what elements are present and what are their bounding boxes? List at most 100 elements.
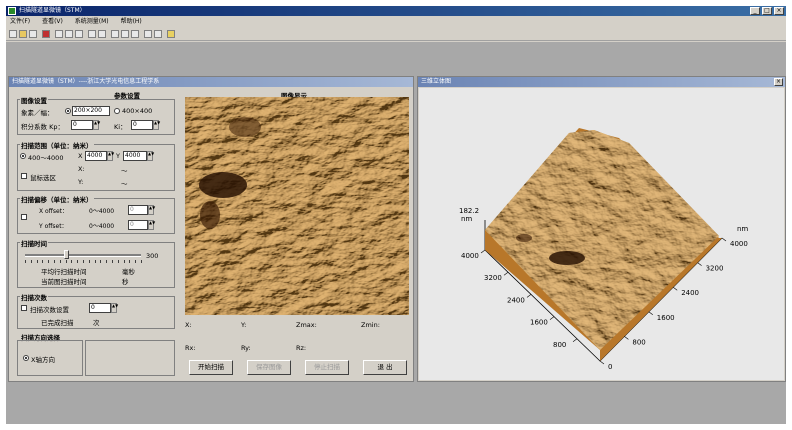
left-tick-mark <box>549 316 555 320</box>
cur-time-unit: 秒 <box>122 278 129 286</box>
print-icon[interactable] <box>42 30 50 38</box>
scan-range-radio[interactable] <box>20 153 26 159</box>
kp-label: 积分系数 Kp： <box>21 123 64 131</box>
exit-button[interactable]: 退 出 <box>363 360 407 375</box>
unit-label: nm <box>737 225 748 233</box>
paste-icon[interactable] <box>75 30 83 38</box>
kp-input[interactable]: 0 <box>71 120 93 130</box>
menu-view[interactable]: 查看(V) <box>42 18 63 25</box>
save-icon[interactable] <box>29 30 37 38</box>
ki-spinner[interactable]: ▲▼ <box>153 120 160 130</box>
minimize-button[interactable]: _ <box>750 7 760 15</box>
x-direction-radio[interactable] <box>23 355 29 361</box>
slider-tick <box>59 260 61 263</box>
scan-count-set-label: 扫描次数设置 <box>30 306 69 314</box>
avg-time-unit: 毫秒 <box>122 268 135 276</box>
scan-time-slider[interactable] <box>25 254 141 257</box>
slider-max-label: 300 <box>146 252 159 260</box>
yoffset-spinner[interactable]: ▲▼ <box>148 220 155 230</box>
cut-icon[interactable] <box>55 30 63 38</box>
scan-count-input[interactable]: 0 <box>89 303 111 313</box>
scan-time-slider-thumb[interactable] <box>63 250 69 259</box>
xoffset-label: X offset： <box>39 208 68 215</box>
pixel-label: 象素／幅： <box>21 109 54 117</box>
scan-x-spinner[interactable]: ▲▼ <box>107 151 114 161</box>
xoffset-input[interactable]: 0 <box>128 205 148 215</box>
right-tick-label: 0 <box>608 363 612 371</box>
slider-tick <box>117 260 119 263</box>
scan-x-mark: X <box>78 152 83 160</box>
slider-tick <box>36 260 38 263</box>
radio-400[interactable] <box>114 108 120 114</box>
slider-tick <box>94 260 96 263</box>
right-tick-mark <box>624 336 629 340</box>
offset-checkbox[interactable] <box>21 214 27 220</box>
grid-icon[interactable] <box>88 30 96 38</box>
z-axis-label: 182.2 nm <box>459 207 479 223</box>
left-tick-mark <box>526 294 532 298</box>
stm-topography-image[interactable] <box>185 97 409 315</box>
new-file-icon[interactable] <box>9 30 17 38</box>
scan-window-title: 扫描隧道显微镜（STM）----浙江大学光电信息工程学系 <box>9 77 413 87</box>
preview-icon[interactable] <box>154 30 162 38</box>
scan-y-input[interactable]: 4000 <box>123 151 147 161</box>
help-icon[interactable] <box>167 30 175 38</box>
scan-direction-blank-box <box>85 340 175 376</box>
xoffset-spinner[interactable]: ▲▼ <box>148 205 155 215</box>
kp-spinner[interactable]: ▲▼ <box>93 120 100 130</box>
mouse-select-checkbox[interactable] <box>21 173 27 179</box>
image-settings-label: 图像设置 <box>20 95 48 105</box>
yoffset-input[interactable]: 0 <box>128 220 148 230</box>
start-scan-button[interactable]: 开始扫描 <box>189 360 233 375</box>
mouse-y-tilde: ～ <box>121 180 128 188</box>
menu-bar: 文件(F) 查看(V) 系统测量(M) 帮助(H) <box>6 17 786 27</box>
left-tick-label: 3200 <box>484 274 502 282</box>
printer-icon[interactable] <box>144 30 152 38</box>
slider-tick <box>48 260 50 263</box>
right-tick-label: 3200 <box>706 265 724 273</box>
option-400-label: 400×400 <box>122 107 153 115</box>
ki-input[interactable]: 0 <box>131 120 153 130</box>
right-tick-mark <box>599 360 605 365</box>
slider-ticks <box>25 260 142 263</box>
3d-close-button[interactable]: × <box>774 78 783 86</box>
menu-file[interactable]: 文件(F) <box>10 18 30 25</box>
scan-y-spinner[interactable]: ▲▼ <box>147 151 154 161</box>
scan-count-label: 扫描次数 <box>20 292 48 302</box>
3d-dark-pit-2 <box>516 234 532 242</box>
menu-help[interactable]: 帮助(H) <box>121 18 142 25</box>
left-tick-mark <box>572 338 578 343</box>
maximize-button[interactable]: □ <box>762 7 772 15</box>
close-button[interactable]: × <box>774 7 784 15</box>
scan-count-checkbox[interactable] <box>21 305 27 311</box>
xoffset-range: 0～4000 <box>89 208 115 215</box>
scan-control-window: 扫描隧道显微镜（STM）----浙江大学光电信息工程学系 参数设置 图像设置 象… <box>8 76 414 382</box>
readout-ry: Ry: <box>241 344 251 352</box>
surface-icon[interactable] <box>121 30 129 38</box>
left-tick-label: 4000 <box>461 252 479 260</box>
copy-icon[interactable] <box>65 30 73 38</box>
scan-done-label: 已完成扫描 <box>41 319 74 327</box>
scan-x-input[interactable]: 4000 <box>85 151 107 161</box>
readout-x: X: <box>185 321 192 329</box>
columns-icon[interactable] <box>98 30 106 38</box>
scan-time-label: 扫描时间 <box>20 238 48 248</box>
right-tick-mark <box>648 311 653 316</box>
dark-pit-1 <box>199 172 247 198</box>
chart-icon[interactable] <box>131 30 139 38</box>
open-folder-icon[interactable] <box>19 30 27 38</box>
readout-zmax: Zmax: <box>296 321 317 329</box>
right-tick-label: 800 <box>632 338 645 346</box>
save-image-button[interactable]: 保存图像 <box>247 360 291 375</box>
slider-tick <box>83 260 84 263</box>
image-icon[interactable] <box>111 30 119 38</box>
menu-measure[interactable]: 系统测量(M) <box>75 18 109 25</box>
slider-tick <box>100 260 102 263</box>
3d-surface-plot[interactable]: 182.2 nm nm 4000 3200 2400 1600 800 0 4000 3200… <box>419 88 784 380</box>
stop-scan-button[interactable]: 停止扫描 <box>305 360 349 375</box>
mouse-x-tilde: ～ <box>121 167 128 175</box>
scan-count-spinner[interactable]: ▲▼ <box>111 303 118 313</box>
radio-200[interactable] <box>65 108 71 114</box>
right-tick-label: 2400 <box>681 289 699 297</box>
slider-tick <box>112 260 113 263</box>
